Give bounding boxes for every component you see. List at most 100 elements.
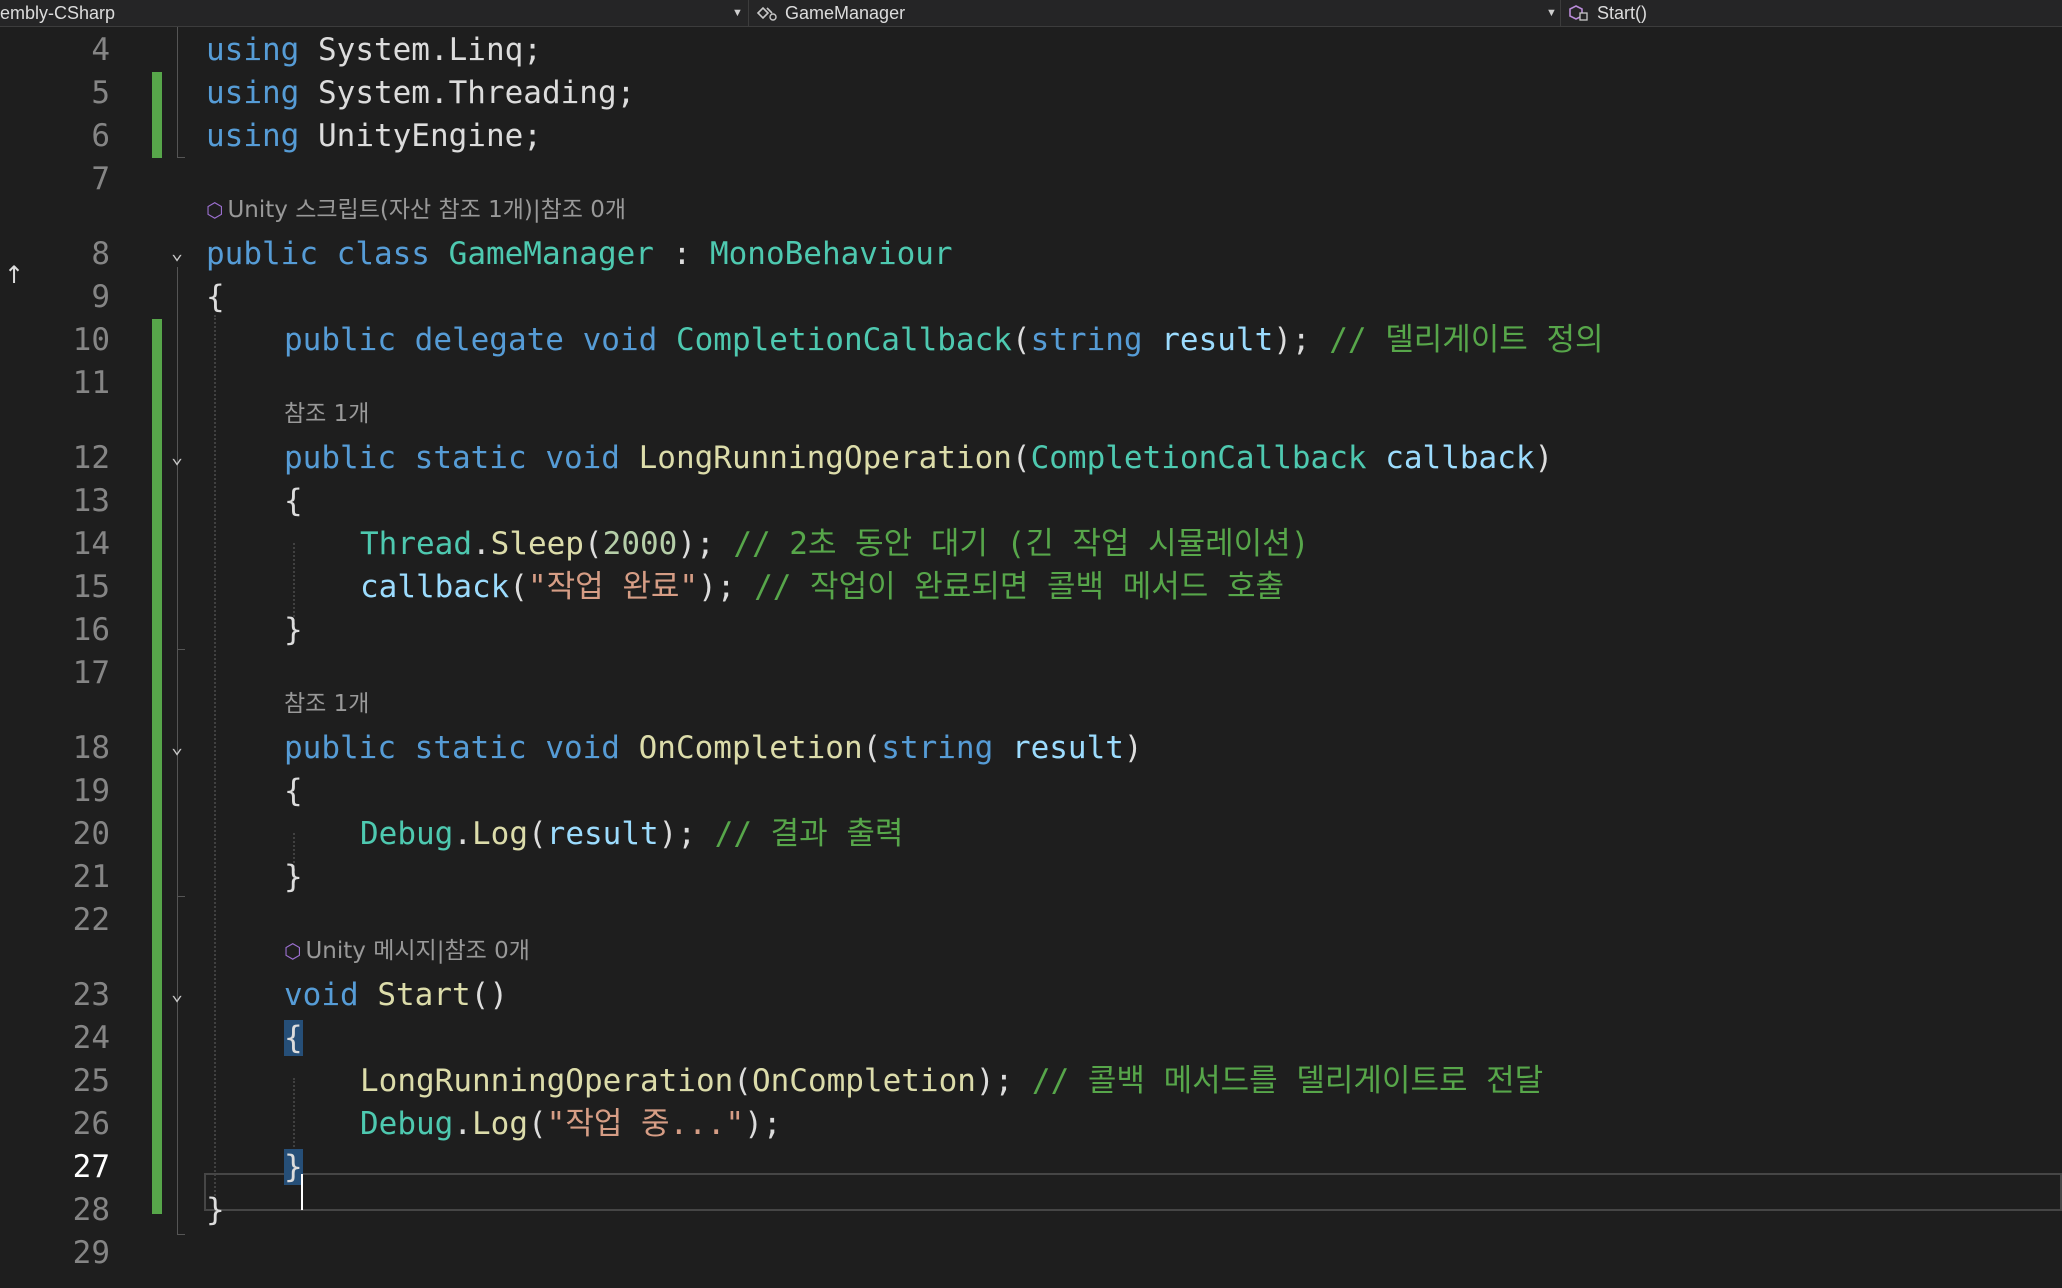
parameter: result bbox=[546, 816, 659, 852]
outline-tick bbox=[177, 157, 185, 158]
code-line: Debug.Log("작업 중..."); bbox=[360, 1103, 782, 1146]
keyword: public bbox=[284, 730, 396, 766]
line-number: 5 bbox=[91, 75, 110, 111]
line-number: 6 bbox=[91, 118, 110, 154]
keyword: static bbox=[414, 440, 527, 476]
code-text: System.Threading; bbox=[299, 75, 636, 111]
comment: // 결과 출력 bbox=[714, 816, 904, 852]
code-lens-references[interactable]: 참조 1개 bbox=[284, 399, 369, 429]
collapse-chevron-icon[interactable]: ⌄ bbox=[166, 445, 188, 467]
outline-tick bbox=[177, 896, 185, 897]
member-dropdown[interactable]: Start() bbox=[1568, 0, 2058, 26]
line-number: 4 bbox=[91, 32, 110, 68]
code-text: ( bbox=[1011, 440, 1031, 476]
code-text: ( bbox=[733, 1063, 752, 1099]
type-dropdown[interactable]: GameManager ▼ bbox=[756, 0, 1557, 26]
outline-tick bbox=[177, 1234, 185, 1235]
method-name: LongRunningOperation bbox=[638, 440, 1012, 476]
keyword: public bbox=[206, 236, 318, 272]
parameter: callback bbox=[1385, 440, 1535, 476]
code-line: Thread.Sleep(2000); // 2초 동안 대기 (긴 작업 시뮬… bbox=[360, 523, 1309, 566]
base-class-name: MonoBehaviour bbox=[709, 236, 953, 272]
keyword: delegate bbox=[414, 322, 564, 358]
line-number: 25 bbox=[72, 1063, 110, 1099]
line-number: 13 bbox=[72, 483, 110, 519]
collapse-chevron-icon[interactable]: ⌄ bbox=[166, 735, 188, 757]
method-name: Log bbox=[472, 1106, 528, 1142]
line-number: 15 bbox=[72, 569, 110, 605]
code-line: void Start() bbox=[284, 974, 508, 1017]
brace: { bbox=[284, 483, 303, 519]
line-number: 22 bbox=[72, 902, 110, 938]
code-text: ); bbox=[744, 1106, 782, 1142]
line-number: 16 bbox=[72, 612, 110, 648]
string: "작업 완료" bbox=[527, 569, 699, 605]
keyword: void bbox=[545, 730, 620, 766]
code-line: Debug.Log(result); // 결과 출력 bbox=[360, 813, 903, 856]
method-name: Sleep bbox=[490, 526, 584, 562]
parameter: result bbox=[1161, 322, 1274, 358]
code-line: { bbox=[206, 276, 225, 319]
text-caret bbox=[301, 1174, 303, 1210]
project-dropdown[interactable]: embly-CSharp ▼ bbox=[0, 0, 745, 26]
class-name: Debug bbox=[360, 1106, 454, 1142]
type-name: CompletionCallback bbox=[1030, 440, 1367, 476]
line-number: 17 bbox=[72, 655, 110, 691]
current-line-highlight bbox=[204, 1173, 2062, 1211]
collapse-chevron-icon[interactable]: ⌄ bbox=[166, 982, 188, 1004]
code-text: UnityEngine; bbox=[299, 118, 542, 154]
code-text: ) bbox=[1534, 440, 1554, 476]
divider bbox=[748, 0, 749, 26]
code-lens-text: Unity 스크립트(자산 참조 1개)|참조 0개 bbox=[227, 197, 627, 223]
class-name: Debug bbox=[360, 816, 454, 852]
code-text: . bbox=[471, 526, 491, 562]
code-text: . bbox=[453, 816, 472, 852]
code-line: } bbox=[284, 1146, 303, 1189]
code-line: public class GameManager : MonoBehaviour bbox=[206, 233, 953, 276]
line-number: 14 bbox=[72, 526, 110, 562]
keyword: using bbox=[206, 118, 300, 154]
code-text: ); bbox=[658, 816, 696, 852]
outline-tick bbox=[177, 649, 185, 650]
code-line: } bbox=[284, 856, 303, 899]
method-name: Log bbox=[472, 816, 528, 852]
navigation-bar: embly-CSharp ▼ GameManager ▼ Start() bbox=[0, 0, 2062, 27]
collapse-chevron-icon[interactable]: ⌄ bbox=[166, 241, 188, 263]
code-editor[interactable]: ↑ ⌄ ⌄ ⌄ ⌄ 4 5 6 7 8 9 10 11 12 13 14 15 … bbox=[0, 27, 2062, 1288]
code-line: public delegate void CompletionCallback(… bbox=[284, 319, 1604, 362]
line-number: 9 bbox=[91, 279, 110, 315]
line-number: 26 bbox=[72, 1106, 110, 1142]
dropdown-arrow-icon: ▼ bbox=[732, 7, 743, 19]
code-text: ); bbox=[677, 526, 715, 562]
code-text: ( bbox=[862, 730, 882, 766]
method-name: OnCompletion bbox=[638, 730, 863, 766]
brace-highlight: } bbox=[284, 1149, 303, 1185]
divider bbox=[1560, 0, 1561, 26]
keyword: using bbox=[206, 32, 300, 68]
code-lens-start[interactable]: ⬡ Unity 메시지|참조 0개 bbox=[284, 936, 530, 966]
line-number: 20 bbox=[72, 816, 110, 852]
brace: { bbox=[284, 773, 303, 809]
code-text: . bbox=[453, 1106, 472, 1142]
code-text: ); bbox=[698, 569, 736, 605]
method-name: Start bbox=[377, 977, 471, 1013]
code-lens-text: 참조 1개 bbox=[284, 691, 370, 717]
code-line: callback("작업 완료"); // 작업이 완료되면 콜백 메서드 호출 bbox=[360, 566, 1284, 609]
brace-highlight: { bbox=[284, 1020, 303, 1056]
line-number: 11 bbox=[72, 365, 110, 401]
keyword: void bbox=[284, 977, 359, 1013]
code-text: ( bbox=[528, 1106, 547, 1142]
code-lens-class[interactable]: ⬡ Unity 스크립트(자산 참조 1개)|참조 0개 bbox=[206, 195, 626, 225]
change-marker bbox=[152, 319, 162, 1214]
class-icon bbox=[756, 3, 778, 21]
line-number: 19 bbox=[72, 773, 110, 809]
keyword: void bbox=[582, 322, 658, 358]
method-icon bbox=[1568, 3, 1590, 21]
brace: } bbox=[284, 859, 303, 895]
comment: // 작업이 완료되면 콜백 메서드 호출 bbox=[754, 569, 1284, 605]
keyword: public bbox=[284, 322, 396, 358]
code-lens-text: 참조 1개 bbox=[284, 401, 370, 427]
project-name: embly-CSharp bbox=[0, 3, 116, 23]
code-lens-references[interactable]: 참조 1개 bbox=[284, 689, 369, 719]
line-number: 7 bbox=[91, 161, 110, 197]
